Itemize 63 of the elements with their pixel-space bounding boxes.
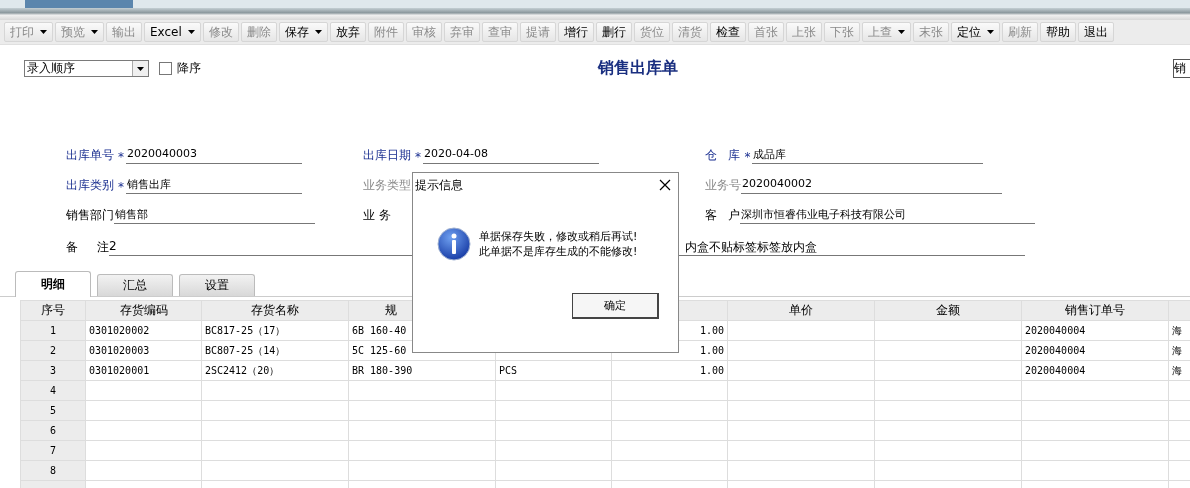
info-icon [437, 227, 471, 261]
toolbar-button[interactable]: 退出 [1077, 22, 1114, 42]
column-header: 金额 [874, 300, 1022, 321]
required-mark: * [118, 150, 124, 164]
input-field[interactable]: 成品库 [752, 147, 984, 164]
field-label: 出库单号 [66, 147, 114, 164]
checkbox[interactable] [159, 61, 172, 75]
toolbar-button[interactable]: 检查 [709, 22, 746, 42]
row-number: 4 [20, 380, 86, 401]
tab[interactable]: 设置 [179, 274, 255, 296]
input-field[interactable]: 销售部 [114, 207, 315, 224]
toolbar-button[interactable]: 删行 [595, 22, 632, 42]
input-field[interactable]: 销售出库 [126, 177, 302, 194]
page-title: 销售出库单 [598, 57, 678, 79]
field-label: 业务号 [705, 177, 741, 194]
column-header: 存货名称 [201, 300, 349, 321]
field-label: 客 户 [705, 207, 741, 224]
field-label: 销售部门 [66, 207, 114, 224]
tab[interactable]: 明细 [15, 271, 91, 297]
toolbar-button[interactable]: 定位 [950, 22, 1000, 42]
field-label: 备 注 [66, 239, 110, 256]
row-number: 3 [20, 360, 86, 381]
column-header: 单价 [727, 300, 875, 321]
caret-icon [986, 30, 994, 34]
column-header: 存货编码 [85, 300, 202, 321]
input-field[interactable]: 2020040003 [126, 147, 302, 164]
field-label: 业 务 [363, 207, 391, 224]
column-header: 销售订单号 [1021, 300, 1169, 321]
toolbar-button[interactable]: 放弃 [329, 22, 366, 42]
row-number: 5 [20, 400, 86, 421]
toolbar-button[interactable]: Excel [144, 22, 201, 42]
input-field[interactable]: 深圳市恒睿伟业电子科技有限公司 [740, 207, 1035, 224]
sort-select[interactable]: 录入顺序 [24, 59, 149, 77]
caret-icon [132, 60, 148, 76]
tab[interactable]: 汇总 [97, 274, 173, 296]
required-mark: * [415, 150, 421, 164]
column-header: 序号 [20, 300, 86, 321]
row-number: 1 [20, 320, 86, 341]
field-label: 业务类型 [363, 177, 411, 194]
toolbar-button[interactable]: 保存 [278, 22, 328, 42]
checkbox-label: 降序 [177, 59, 201, 77]
required-mark: * [118, 180, 124, 194]
close-button[interactable] [658, 178, 672, 192]
row-number: 2 [20, 340, 86, 361]
toolbar-button[interactable]: 帮助 [1039, 22, 1076, 42]
row-number: 6 [20, 420, 86, 441]
dialog-title: 提示信息 [415, 176, 463, 194]
caret-icon [187, 30, 195, 34]
ok-button[interactable]: 确定 [572, 293, 659, 319]
input-field[interactable]: 销 [1173, 58, 1190, 78]
required-mark: * [744, 150, 751, 164]
row-number: 7 [20, 440, 86, 461]
dialog-message: 单据保存失败，修改或稍后再试! 此单据不是库存生成的不能修改! [479, 229, 638, 259]
row-number: 8 [20, 460, 86, 481]
field-label: 出库日期 [363, 147, 411, 164]
input-field[interactable]: 2020-04-08 [423, 147, 599, 164]
caret-icon [314, 30, 322, 34]
caret-icon [40, 30, 47, 34]
field-label: 出库类别 [66, 177, 114, 194]
field-label: 仓 库 [705, 147, 741, 164]
caret-icon [897, 30, 905, 34]
toolbar-button[interactable]: 增行 [557, 22, 594, 42]
caret-icon [91, 30, 98, 34]
